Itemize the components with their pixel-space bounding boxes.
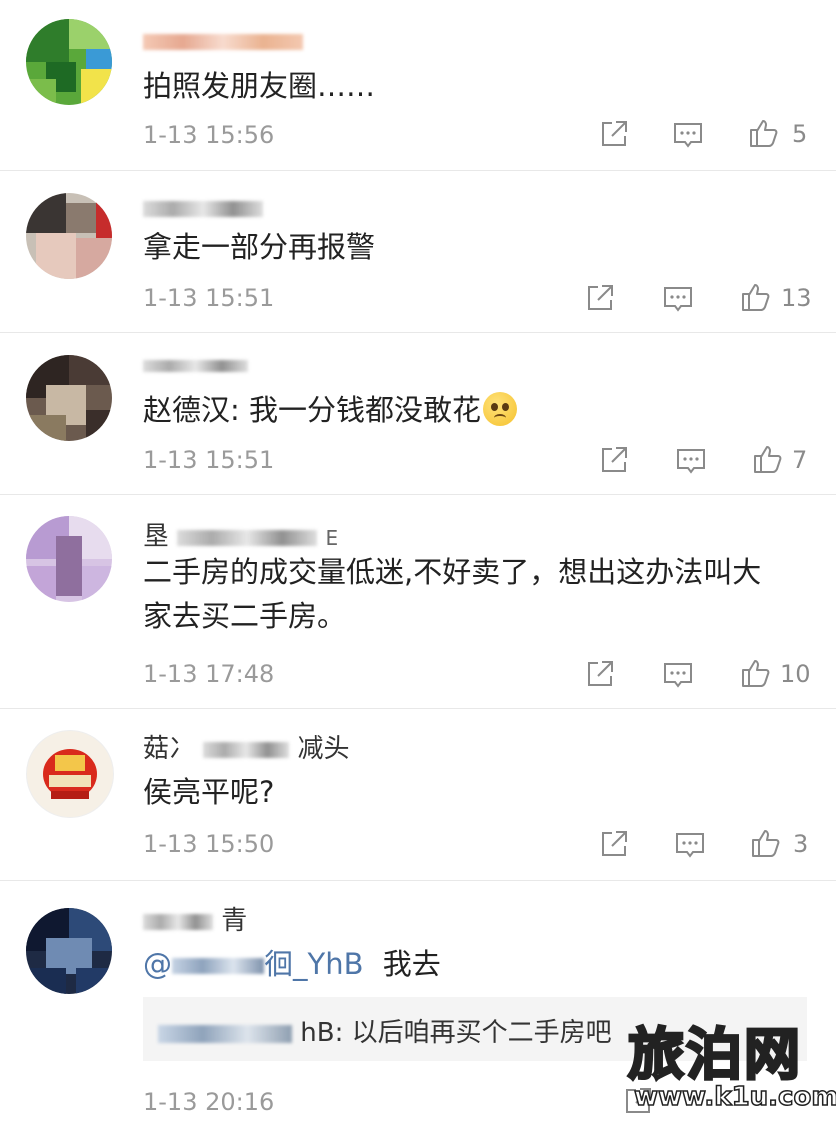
username[interactable] [143,350,248,384]
share-icon[interactable] [584,658,616,690]
username-end: 青 [221,906,248,936]
comment-text: 二手房的成交量低迷,不好卖了，想出这办法叫大 家去买二手房。 [143,550,803,638]
watermark: 旅泊网 www.k1u.com [627,1010,836,1122]
comment-icon[interactable] [675,445,707,477]
timestamp: 1-13 15:51 [143,284,275,312]
comment-icon[interactable] [662,283,694,315]
mention-link[interactable]: @ 徊_YhB [143,947,364,981]
username[interactable]: 垦 E [143,516,339,552]
watermark-brand: 旅泊网 [627,1022,802,1090]
avatar[interactable] [26,516,112,602]
share-icon[interactable] [598,828,630,860]
thumbs-up-icon[interactable] [740,281,772,313]
thumbs-up-icon[interactable] [740,657,772,689]
reply-body: 我去 [382,947,441,981]
timestamp: 1-13 17:48 [143,660,275,688]
comment-icon[interactable] [672,119,704,151]
comment-icon[interactable] [674,829,706,861]
username-start: 菇冫 [143,734,196,764]
comment-item: 赵德汉: 我一分钱都没敢花 1-13 15:51 7 [0,332,836,495]
comment-item: 菇冫 减头 侯亮平呢? 1-13 15:50 3 [0,708,836,881]
avatar[interactable] [26,908,112,994]
mention-prefix: @ [143,947,172,981]
comment-text-body: 赵德汉: 我一分钱都没敢花 [143,393,481,427]
thumbs-up-icon[interactable] [752,443,784,475]
like-count: 7 [792,446,808,474]
comment-text: 侯亮平呢? [143,775,275,809]
avatar[interactable] [26,355,112,441]
like-count: 5 [792,120,808,148]
thumbs-up-icon[interactable] [750,827,782,859]
username-start: 垦 [143,522,170,552]
username[interactable] [143,26,303,60]
comment-item: 拍照发朋友圈…… 1-13 15:56 5 [0,0,836,171]
like-count: 3 [793,830,809,858]
quoted-reply-text: hB: 以后咱再买个二手房吧 [158,1012,612,1049]
avatar[interactable] [26,19,112,105]
username[interactable]: 青 [143,900,248,936]
username-end: E [325,526,339,550]
share-icon[interactable] [598,444,630,476]
comment-item: 拿走一部分再报警 1-13 15:51 13 [0,170,836,333]
timestamp: 1-13 15:56 [143,121,275,149]
username[interactable]: 菇冫 减头 [143,728,350,764]
timestamp: 1-13 20:16 [143,1088,275,1116]
username-end: 减头 [297,734,350,764]
reply-text: @ 徊_YhB 我去 [143,942,803,986]
comment-text-line: 二手房的成交量低迷,不好卖了，想出这办法叫大 [143,555,762,589]
comment-item: 垦 E 二手房的成交量低迷,不好卖了，想出这办法叫大 家去买二手房。 1-13 … [0,494,836,709]
share-icon[interactable] [598,118,630,150]
share-icon[interactable] [584,282,616,314]
comment-icon[interactable] [662,659,694,691]
mention-blur [172,958,264,974]
quoted-username-blur [158,1024,292,1043]
watermark-url: www.k1u.com [633,1081,836,1113]
comment-feed: 拍照发朋友圈…… 1-13 15:56 5 拿走一部分再报警 1-13 15:5… [0,0,836,1132]
comment-text: 拍照发朋友圈…… [143,69,376,103]
comment-text: 拿走一部分再报警 [143,230,376,264]
comment-text-line: 家去买二手房。 [143,599,347,633]
timestamp: 1-13 15:50 [143,830,275,858]
quoted-reply-body: hB: 以后咱再买个二手房吧 [300,1018,612,1048]
like-count: 10 [780,660,811,688]
like-count: 13 [781,284,812,312]
pleading-face-emoji-icon [483,392,517,426]
username[interactable] [143,193,263,227]
avatar[interactable] [26,193,112,279]
comment-text: 赵德汉: 我一分钱都没敢花 [143,388,803,432]
mention-suffix: 徊_YhB [264,947,364,981]
timestamp: 1-13 15:51 [143,446,275,474]
avatar[interactable] [26,730,114,818]
thumbs-up-icon[interactable] [748,117,780,149]
